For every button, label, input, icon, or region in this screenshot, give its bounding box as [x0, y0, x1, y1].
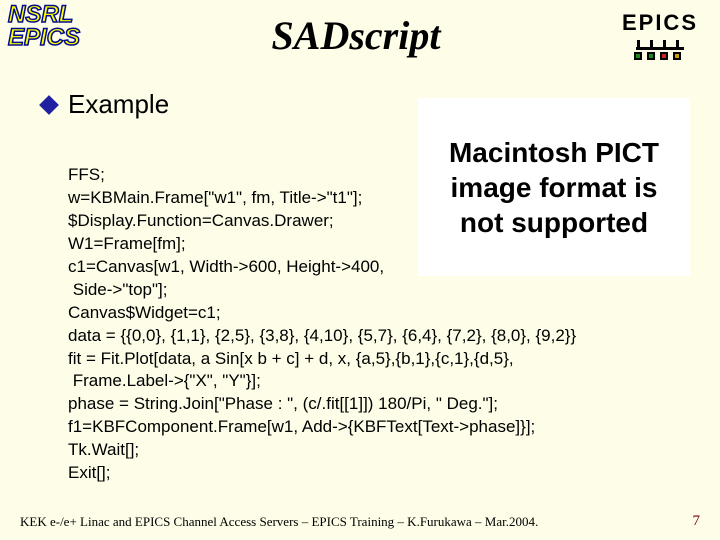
- logo-left: NSRL EPICS: [8, 4, 80, 50]
- page-title: SADscript: [12, 12, 700, 59]
- page-number: 7: [693, 513, 701, 530]
- epics-network-icon: [632, 38, 688, 60]
- slide: NSRL EPICS EPICS SADscript Example Macin…: [0, 0, 720, 540]
- epics-label: EPICS: [622, 10, 698, 36]
- code-block: FFS; w=KBMain.Frame["w1", fm, Title->"t1…: [68, 164, 690, 485]
- logo-right: EPICS: [622, 10, 698, 60]
- diamond-bullet-icon: [39, 95, 59, 115]
- logo-epics-left-text: EPICS: [8, 27, 80, 50]
- footer: KEK e-/e+ Linac and EPICS Channel Access…: [20, 513, 700, 530]
- section-label: Example: [68, 89, 169, 120]
- footer-text: KEK e-/e+ Linac and EPICS Channel Access…: [20, 514, 538, 530]
